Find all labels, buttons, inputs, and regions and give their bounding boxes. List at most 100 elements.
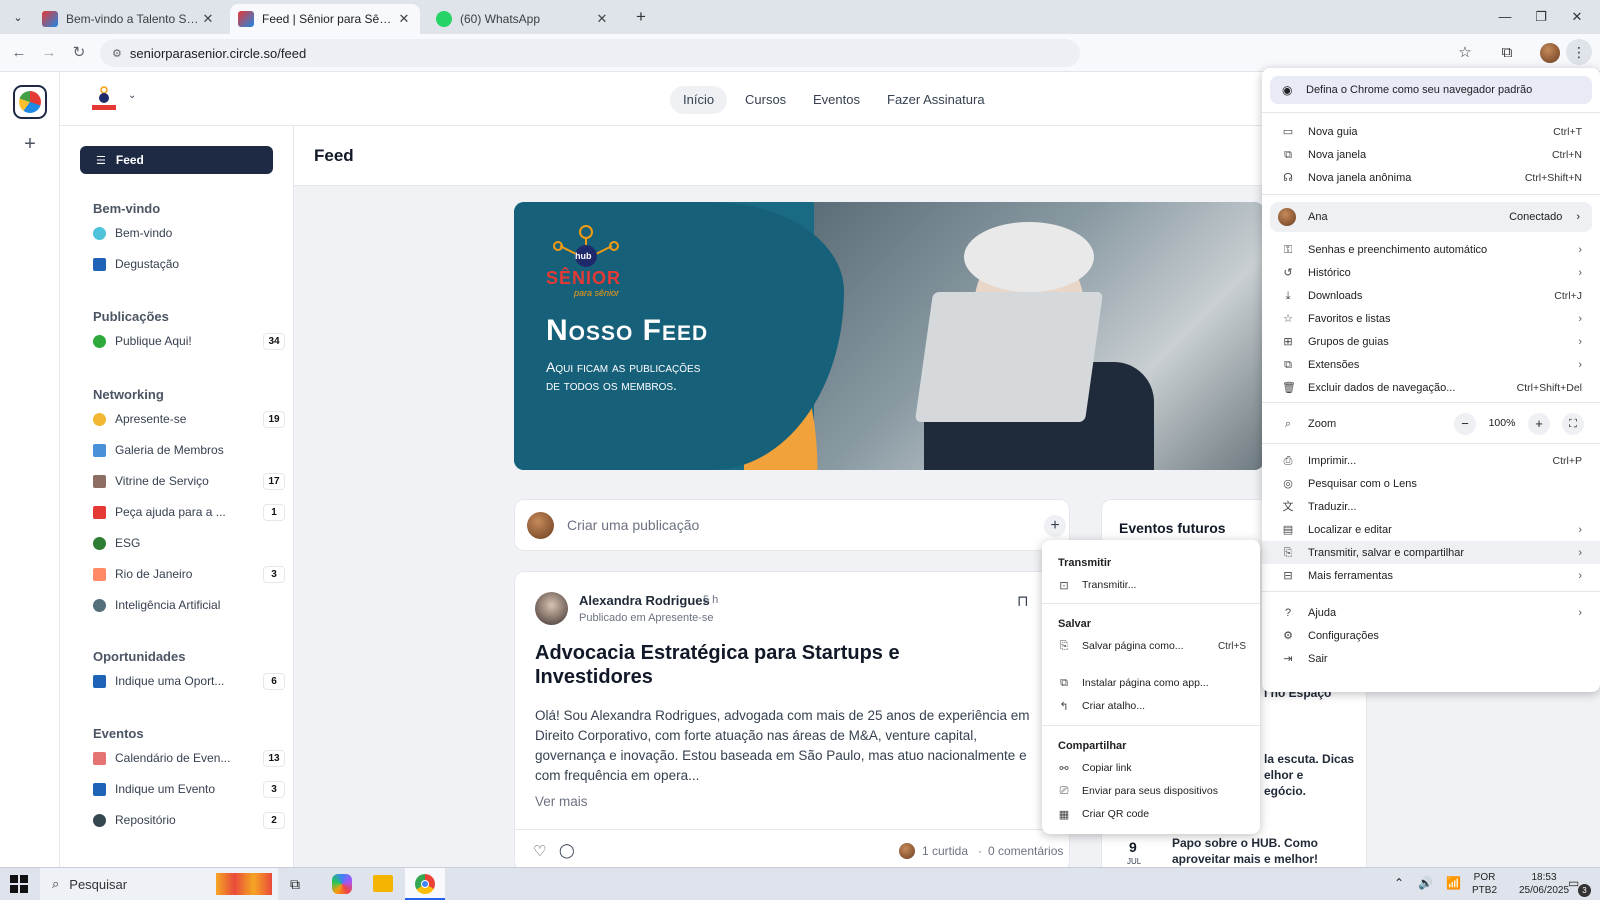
menu-exit[interactable]: ⇥ Sair	[1262, 647, 1600, 670]
site-info-icon[interactable]: ⚙	[112, 47, 122, 60]
chrome-taskbar-button[interactable]	[405, 868, 445, 900]
menu-help[interactable]: ? Ajuda ›	[1262, 601, 1600, 624]
sidebar-item-galeria-membros[interactable]: Galeria de Membros	[93, 439, 285, 461]
post-author[interactable]: Alexandra Rodrigues	[579, 593, 710, 608]
menu-find-edit[interactable]: ▤ Localizar e editar ›	[1262, 518, 1600, 541]
nav-eventos[interactable]: Eventos	[800, 86, 873, 114]
post-space[interactable]: Publicado em Apresente-se	[579, 612, 714, 624]
task-view-icon[interactable]: ⧉	[290, 876, 300, 893]
sidebar-item-rio-de-janeiro[interactable]: Rio de Janeiro 3	[93, 563, 285, 585]
submenu-cast[interactable]: ⊡ Transmitir...	[1042, 574, 1260, 596]
community-logo[interactable]	[13, 85, 47, 119]
menu-extensions[interactable]: ⧉ Extensões ›	[1262, 353, 1600, 376]
event-title-fragment[interactable]: la escuta. Dicas	[1264, 752, 1354, 766]
post-title-line2[interactable]: Investidores	[535, 666, 653, 689]
submenu-copy-link[interactable]: ⚯ Copiar link	[1042, 757, 1260, 779]
event-title-line2[interactable]: aproveitar mais e melhor!	[1172, 852, 1318, 866]
menu-downloads[interactable]: ⤓ Downloads Ctrl+J	[1262, 284, 1600, 307]
tab-feed[interactable]: Feed | Sênior para Sênior ✕	[230, 4, 420, 34]
close-window-icon[interactable]: ✕	[1562, 6, 1592, 28]
menu-profile[interactable]: Ana Conectado ›	[1270, 202, 1592, 232]
restore-icon[interactable]: ❐	[1526, 6, 1556, 28]
comment-icon[interactable]: ◯	[559, 842, 575, 859]
menu-tab-groups[interactable]: ⊞ Grupos de guias ›	[1262, 330, 1600, 353]
menu-print[interactable]: ⎙ Imprimir... Ctrl+P	[1262, 449, 1600, 472]
taskbar-search[interactable]: ⌕ Pesquisar	[40, 868, 278, 900]
post-composer[interactable]: Criar uma publicação +	[514, 499, 1070, 551]
sidebar-item-vitrine-servico[interactable]: Vitrine de Serviço 17	[93, 470, 285, 492]
menu-history[interactable]: ↺ Histórico ›	[1262, 261, 1600, 284]
menu-more-tools[interactable]: ⊟ Mais ferramentas ›	[1262, 564, 1600, 587]
close-tab-icon[interactable]: ✕	[200, 11, 216, 27]
bookmark-star-icon[interactable]: ☆	[1454, 42, 1476, 64]
language-indicator[interactable]: POR PTB2	[1472, 871, 1497, 897]
submenu-create-shortcut[interactable]: ↰ Criar atalho...	[1042, 695, 1260, 717]
back-icon[interactable]: ←	[8, 42, 30, 64]
tray-chevron-icon[interactable]: ⌃	[1394, 876, 1404, 890]
network-icon[interactable]: 📶	[1446, 876, 1461, 890]
address-bar[interactable]: ⚙ seniorparasenior.circle.so/feed	[100, 39, 1080, 67]
tab-search-chevron-icon[interactable]: ⌄	[8, 8, 28, 28]
submenu-save-page[interactable]: ⎘ Salvar página como... Ctrl+S	[1042, 635, 1260, 657]
menu-lens[interactable]: ◎ Pesquisar com o Lens	[1262, 472, 1600, 495]
nav-fazer-assinatura[interactable]: Fazer Assinatura	[874, 86, 998, 114]
profile-avatar[interactable]	[1540, 43, 1560, 63]
minimize-icon[interactable]: —	[1490, 6, 1520, 28]
submenu-qr-code[interactable]: ▦ Criar QR code	[1042, 803, 1260, 825]
extensions-icon[interactable]: ⧉	[1496, 42, 1518, 64]
sidebar-item-repositorio[interactable]: Repositório 2	[93, 809, 285, 831]
event-title-fragment[interactable]: egócio.	[1264, 784, 1306, 798]
bookmark-icon[interactable]: ⊓	[1017, 592, 1029, 610]
close-tab-icon[interactable]: ✕	[594, 11, 610, 27]
event-title-line1[interactable]: Papo sobre o HUB. Como	[1172, 836, 1318, 850]
forward-icon[interactable]: →	[38, 42, 60, 64]
zoom-out-button[interactable]: −	[1454, 413, 1476, 435]
fullscreen-icon[interactable]: ⛶	[1562, 413, 1584, 435]
tab-whatsapp[interactable]: (60) WhatsApp ✕	[428, 4, 618, 34]
submenu-install-app[interactable]: ⧉ Instalar página como app...	[1042, 672, 1260, 694]
feed-button[interactable]: ☰ Feed	[80, 146, 273, 174]
close-tab-icon[interactable]: ✕	[396, 11, 412, 27]
copilot-icon[interactable]	[332, 874, 352, 894]
menu-incognito[interactable]: ☊ Nova janela anônima Ctrl+Shift+N	[1262, 166, 1600, 189]
see-more-link[interactable]: Ver mais	[535, 794, 588, 809]
menu-cast-save-share[interactable]: ⎘ Transmitir, salvar e compartilhar ›	[1262, 541, 1600, 564]
sidebar-item-peca-ajuda[interactable]: Peça ajuda para a ... 1	[93, 501, 285, 523]
avatar[interactable]	[535, 592, 568, 625]
tab-talento-senior[interactable]: Bem-vindo a Talento Senior | Ta ✕	[34, 4, 224, 34]
sidebar-item-indique-oportunidade[interactable]: Indique uma Oport... 6	[93, 670, 285, 692]
menu-passwords[interactable]: ⚿ Senhas e preenchimento automático ›	[1262, 238, 1600, 261]
like-icon[interactable]: ♡	[533, 842, 546, 860]
menu-new-window[interactable]: ⧉ Nova janela Ctrl+N	[1262, 143, 1600, 166]
windows-start-icon[interactable]	[10, 875, 28, 893]
event-title-fragment[interactable]: elhor e	[1264, 768, 1303, 782]
post-title-line1[interactable]: Advocacia Estratégica para Startups e	[535, 642, 900, 665]
sidebar-item-apresente-se[interactable]: Apresente-se 19	[93, 408, 285, 430]
comment-count[interactable]: 0 comentários	[988, 844, 1063, 858]
brand-chevron-icon[interactable]: ⌄	[128, 90, 136, 101]
sidebar-item-bem-vindo[interactable]: Bem-vindo	[93, 222, 285, 244]
sidebar-item-inteligencia-artificial[interactable]: Inteligência Artificial	[93, 594, 285, 616]
file-explorer-icon[interactable]	[373, 875, 393, 892]
menu-settings[interactable]: ⚙ Configurações	[1262, 624, 1600, 647]
menu-translate[interactable]: 文 Traduzir...	[1262, 495, 1600, 518]
submenu-send-devices[interactable]: ⎚ Enviar para seus dispositivos	[1042, 780, 1260, 802]
menu-bookmarks[interactable]: ☆ Favoritos e listas ›	[1262, 307, 1600, 330]
nav-inicio[interactable]: Início	[670, 86, 728, 114]
reload-icon[interactable]: ↻	[68, 42, 90, 64]
sidebar-item-indique-evento[interactable]: Indique um Evento 3	[93, 778, 285, 800]
add-community-icon[interactable]: +	[20, 134, 40, 154]
nav-cursos[interactable]: Cursos	[732, 86, 799, 114]
default-browser-banner[interactable]: ◉ Defina o Chrome como seu navegador pad…	[1270, 76, 1592, 104]
add-post-button[interactable]: +	[1044, 515, 1066, 537]
new-tab-button[interactable]: +	[630, 6, 652, 28]
sidebar-item-esg[interactable]: ESG	[93, 532, 285, 554]
volume-icon[interactable]: 🔊	[1418, 876, 1433, 890]
zoom-in-button[interactable]: +	[1528, 413, 1550, 435]
sidebar-item-degustacao[interactable]: Degustação	[93, 253, 285, 275]
menu-new-tab[interactable]: ▭ Nova guia Ctrl+T	[1262, 120, 1600, 143]
like-count[interactable]: 1 curtida	[922, 844, 968, 858]
sidebar-item-calendario[interactable]: Calendário de Even... 13	[93, 747, 285, 769]
chrome-menu-button[interactable]: ⋮	[1566, 39, 1592, 65]
brand-logo[interactable]	[88, 84, 120, 114]
